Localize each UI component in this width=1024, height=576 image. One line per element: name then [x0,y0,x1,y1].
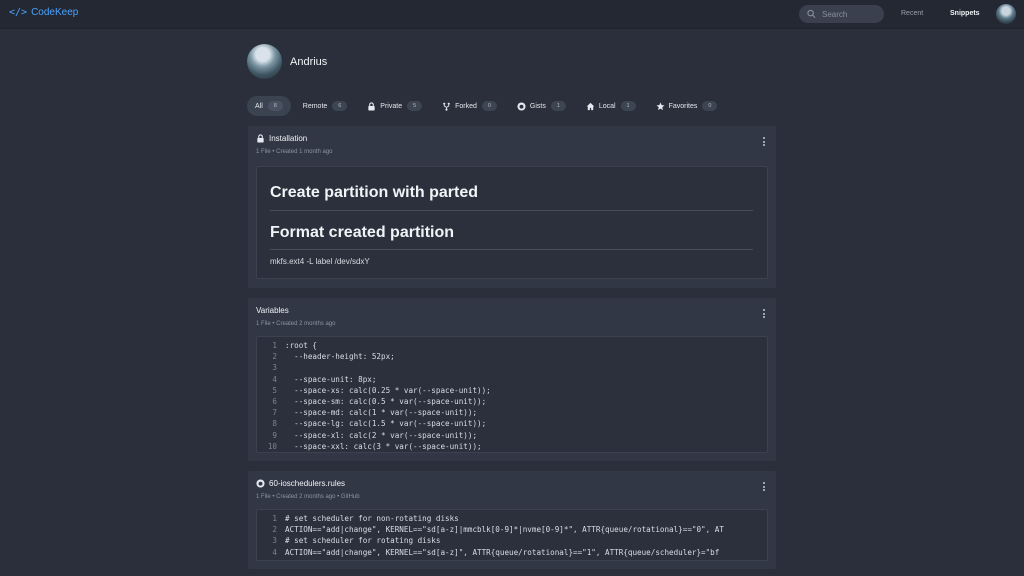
code-line: 3 # set scheduler for rotating disks [272,536,441,546]
search-icon [807,9,816,18]
card-title[interactable]: 60-ioschedulers.rules [269,479,345,488]
divider [270,249,753,250]
code-line: 3 [272,363,277,373]
card-meta: 1 File • Created 1 month ago [256,149,333,155]
code-logo-icon: </> [9,7,28,18]
card-title[interactable]: Installation [269,134,307,143]
snippet-card-ioschedulers[interactable]: 60-ioschedulers.rules 1 File • Created 2… [248,471,776,569]
code-line: 2 --header-height: 52px; [272,352,395,362]
filter-local[interactable]: Local 1 [578,96,644,116]
filter-private[interactable]: Private 5 [359,96,430,116]
search-box[interactable] [799,5,884,23]
markdown-preview: Create partition with parted Format crea… [256,166,768,279]
code-line: 5 --space-xs: calc(0.25 * var(--space-un… [272,385,491,395]
code-line: 6 --space-sm: calc(0.5 * var(--space-uni… [272,396,487,406]
divider [270,210,753,211]
code-line: 7 --space-md: calc(1 * var(--space-unit)… [272,408,478,418]
lock-icon [368,101,375,111]
search-input[interactable] [820,8,884,20]
more-options-icon[interactable] [762,137,766,147]
lock-icon [257,134,264,143]
card-title-row: Variables [256,306,289,315]
card-meta: 1 File • Created 2 months ago • GitHub [256,494,360,500]
filter-label: Forked [455,102,477,110]
snippet-card-installation[interactable]: Installation 1 File • Created 1 month ag… [248,126,776,288]
snippet-card-variables[interactable]: Variables 1 File • Created 2 months ago … [248,298,776,461]
filter-favorites[interactable]: Favorites 0 [648,96,726,116]
markdown-heading: Create partition with parted [270,184,479,201]
fork-icon [443,102,450,111]
more-options-icon[interactable] [762,309,766,319]
user-avatar[interactable] [996,4,1016,24]
github-icon [256,479,265,488]
code-preview: 1 # set scheduler for non-rotating disks … [256,509,768,561]
nav-recent[interactable]: Recent [901,10,923,17]
code-preview: 1:root { 2 --header-height: 52px; 3 4 --… [256,336,768,453]
more-options-icon[interactable] [762,482,766,492]
top-bar: </> CodeKeep Recent Snippets [0,0,1024,29]
code-line: 4 ACTION=="add|change", KERNEL=="sd[a-z]"… [272,547,720,557]
filter-remote[interactable]: Remote 6 [295,96,356,116]
code-line: 1 # set scheduler for non-rotating disks [272,514,459,523]
filter-count: 8 [267,101,283,111]
filter-all[interactable]: All 8 [247,96,291,116]
markdown-paragraph: mkfs.ext4 -L label /dev/sdxY [270,257,370,266]
filter-label: All [255,102,263,110]
filter-count: 0 [481,101,497,111]
profile-name: Andrius [290,56,328,68]
filter-count: 6 [332,101,348,111]
filter-count: 1 [550,101,566,111]
code-line: 2 ACTION=="add|change", KERNEL=="sd[a-z]|… [272,525,724,535]
filter-label: Private [380,102,403,110]
card-meta: 1 File • Created 2 months ago [256,321,336,327]
code-line: 4 --space-unit: 8px; [272,374,377,384]
filter-label: Favorites [668,102,698,110]
github-icon [517,101,526,111]
filter-forked[interactable]: Forked 0 [434,96,505,116]
filter-count: 0 [702,101,718,111]
markdown-heading: Format created partition [270,224,455,241]
filter-gists[interactable]: Gists 1 [509,96,574,116]
card-title[interactable]: Variables [256,306,289,315]
app-logo[interactable]: </> CodeKeep [9,7,78,18]
code-line: 8 --space-lg: calc(1.5 * var(--space-uni… [272,419,487,429]
card-title-row: 60-ioschedulers.rules [256,479,345,488]
profile-avatar [247,44,282,79]
filter-label: Remote [302,102,328,110]
nav-snippets[interactable]: Snippets [950,10,980,17]
filter-tabs: All 8 Remote 6 Private 5 Forked 0 Gists … [247,96,725,116]
code-line: 10 --space-xxl: calc(3 * var(--space-uni… [267,441,482,451]
card-title-row: Installation [256,134,307,143]
home-icon [586,102,595,110]
app-name: CodeKeep [31,7,79,18]
filter-label: Gists [529,102,546,110]
filter-count: 1 [620,101,636,111]
filter-count: 5 [407,101,423,111]
filter-label: Local [598,102,616,110]
code-line: 9 --space-xl: calc(2 * var(--space-unit)… [272,430,478,440]
star-icon [656,102,665,110]
code-line: 1:root { [272,341,318,350]
